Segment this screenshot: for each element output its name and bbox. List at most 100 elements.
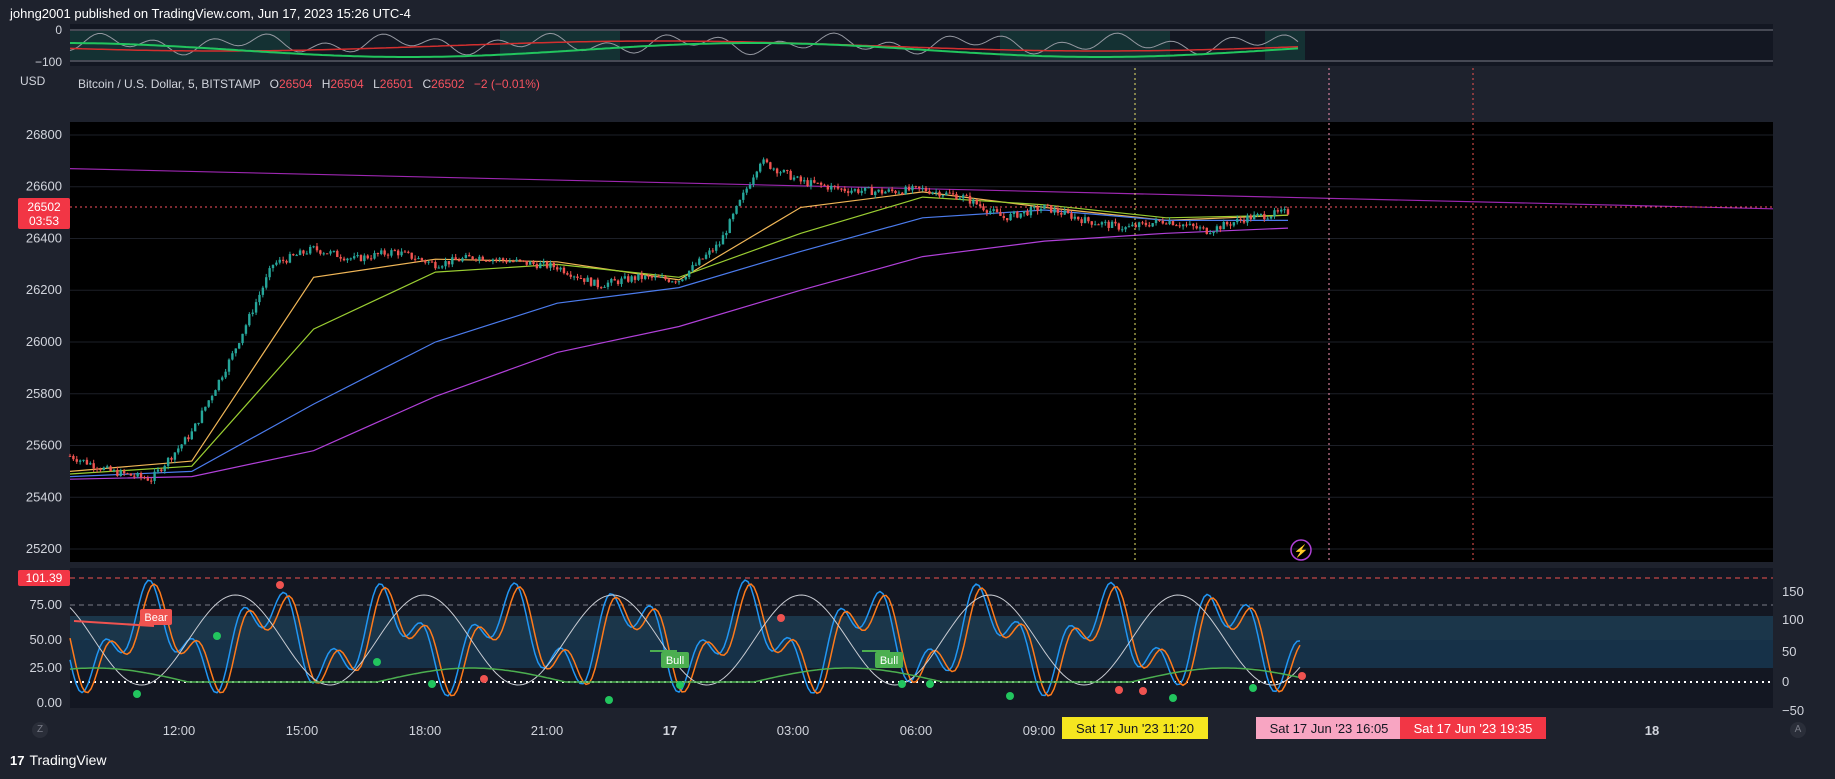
candle-body (846, 191, 850, 193)
candle-body (880, 189, 884, 194)
candle-body (725, 232, 728, 236)
candle-body (491, 259, 495, 262)
candle-body (995, 209, 999, 212)
candle-body (792, 177, 796, 180)
time-marker-19-35-text: Sat 17 Jun '23 19:35 (1414, 721, 1533, 736)
candle-body (643, 275, 647, 279)
candle-body (410, 252, 413, 259)
zoom-corner-button[interactable]: Z (32, 722, 48, 738)
candle-body (1198, 227, 1202, 229)
candle-body (972, 199, 975, 204)
candle-body (288, 254, 292, 263)
candle-body (1033, 206, 1036, 208)
candle-body (894, 190, 897, 194)
candle-body (1022, 211, 1026, 214)
time-tick-2: 18:00 (409, 723, 442, 738)
candle-body (802, 180, 806, 182)
last-price-countdown: 03:53 (29, 214, 59, 228)
candle-body (424, 260, 427, 263)
candle-body (1077, 216, 1080, 220)
candle-body (1087, 217, 1090, 222)
candle-body (302, 250, 305, 254)
osc-dot-5 (480, 675, 488, 683)
candle-body (1181, 224, 1185, 227)
candle-body (583, 278, 586, 282)
candle-body (728, 219, 731, 233)
candle-body (789, 170, 792, 180)
candle-body (572, 276, 576, 278)
candle-body (853, 189, 857, 191)
candle-body (170, 457, 173, 460)
candle-body (109, 466, 112, 472)
candle-body (1134, 224, 1137, 228)
osc-left-tick-1: 50.00 (29, 632, 62, 647)
candle-body (924, 187, 928, 192)
candle-body (1104, 221, 1107, 223)
candle-body (78, 460, 82, 462)
candle-body (1114, 221, 1117, 224)
candle-body (1005, 218, 1009, 221)
candle-body (1232, 222, 1236, 226)
candle-body (1266, 218, 1269, 220)
candle-body (214, 390, 217, 396)
candle-body (133, 475, 136, 477)
candle-body (637, 273, 640, 280)
candle-body (887, 189, 890, 192)
candle-body (928, 191, 931, 194)
candle-body (532, 261, 535, 264)
candle-body (941, 195, 945, 197)
candle-body (353, 256, 356, 259)
candle-body (711, 250, 715, 252)
tradingview-brand[interactable]: 17 TradingView (10, 752, 107, 768)
candle-body (271, 264, 275, 269)
candle-body (1188, 223, 1192, 225)
candle-body (468, 255, 471, 257)
candle-body (904, 186, 907, 195)
legend-low-key: L (373, 77, 380, 91)
chart-canvas[interactable]: 0 −100 26800 26600 26400 26200 26000 25800 256… (0, 0, 1835, 779)
candle-body (681, 279, 684, 282)
candle-body (596, 279, 599, 288)
candle-body (867, 187, 870, 189)
osc-right-tick-2: 50 (1782, 644, 1796, 659)
candle-body (1029, 207, 1033, 216)
candle-body (143, 477, 146, 479)
candle-body (1090, 221, 1093, 225)
candle-body (1249, 215, 1252, 220)
candle-body (281, 259, 285, 261)
candle-body (1280, 209, 1283, 212)
osc-dot-10 (926, 680, 934, 688)
candle-body (386, 254, 390, 256)
candle-body (457, 259, 461, 262)
candle-body (139, 473, 143, 478)
candle-body (241, 333, 244, 344)
candle-body (660, 276, 664, 278)
candle-body (522, 260, 525, 262)
candle-body (451, 257, 454, 265)
candle-body (542, 261, 545, 264)
candle-body (1286, 209, 1290, 215)
candle-body (870, 187, 874, 195)
price-tick-7: 25400 (26, 489, 62, 504)
candle-body (579, 278, 583, 280)
candle-body (227, 359, 231, 372)
candle-body (559, 267, 562, 270)
candle-body (464, 255, 468, 259)
candle-body (948, 192, 951, 194)
candle-body (173, 452, 177, 460)
time-tick-6: 06:00 (900, 723, 933, 738)
candle-body (346, 258, 349, 261)
candle-body (129, 473, 133, 476)
candle-body (484, 260, 488, 262)
candle-body (518, 259, 522, 261)
candle-body (454, 257, 457, 260)
auto-scale-button[interactable]: A (1790, 722, 1806, 738)
candle-body (342, 258, 346, 261)
candle-body (1100, 222, 1104, 225)
candle-body (106, 466, 109, 468)
candle-body (366, 255, 369, 259)
candle-body (840, 188, 843, 190)
candle-body (1060, 212, 1063, 215)
time-tick-5: 03:00 (777, 723, 810, 738)
candle-body (325, 253, 329, 255)
